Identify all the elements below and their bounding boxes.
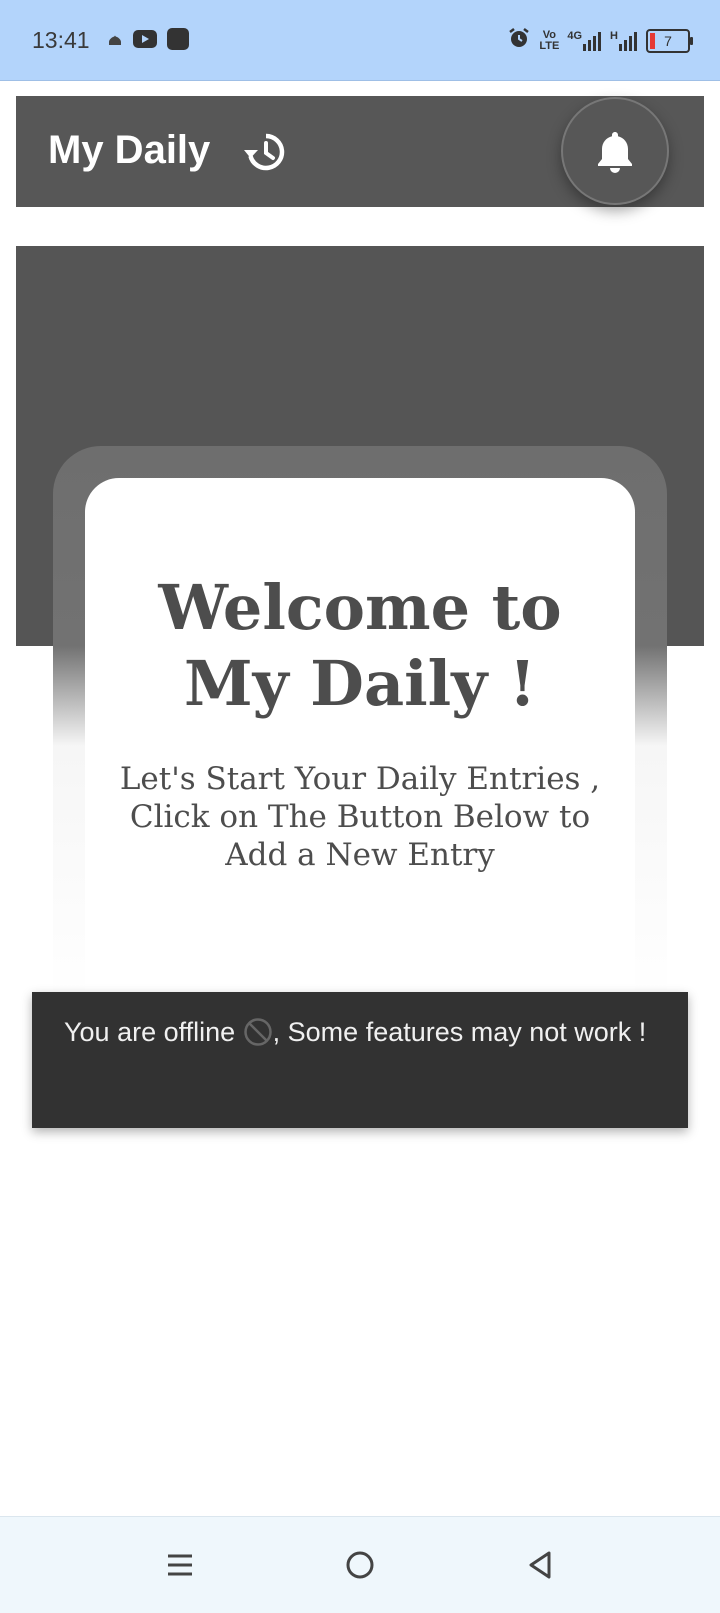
status-right-icons: Vo LTE 4G H 7 [507,26,693,55]
block-icon [243,1017,273,1058]
home-icon [346,1551,374,1579]
alarm-icon [507,26,531,55]
welcome-subtitle: Let's Start Your Daily Entries , Click o… [119,761,601,873]
battery-text: 7 [664,32,672,49]
app-title: My Daily [48,128,211,172]
volte-bottom: LTE [539,39,560,52]
offline-snackbar: You are offline , Some features may not … [32,992,688,1128]
status-bar: 13:41 Vo LTE 4G H 7 [0,0,720,81]
volte-indicator: Vo LTE [539,29,560,52]
mosque-icon [107,31,123,52]
battery-indicator: 7 [646,28,693,53]
recent-apps-button[interactable] [160,1545,200,1585]
back-icon [529,1551,551,1579]
snackbar-text-start: You are offline [64,1017,243,1047]
back-button[interactable] [520,1545,560,1585]
battery-level [650,32,655,49]
network-h-label: H [610,29,618,42]
home-button[interactable] [340,1545,380,1585]
network-4g-label: 4G [567,29,583,42]
notification-bell-button[interactable] [561,97,669,205]
signal-4g: 4G [567,29,602,51]
system-nav-bar [0,1516,720,1613]
status-time: 13:41 [32,27,90,53]
menu-icon [168,1554,192,1576]
history-icon [244,133,285,171]
app-square-icon [167,28,189,55]
snackbar-text-end: , Some features may not work ! [272,1017,647,1047]
bell-icon [598,132,632,173]
welcome-card: Welcome to My Daily ! Let's Start Your D… [85,478,635,998]
signal-h: H [610,29,638,51]
signal-bars-icon [583,31,602,51]
signal-bars-icon [619,31,637,51]
status-left-icons [107,28,189,55]
history-button[interactable] [240,128,288,176]
youtube-icon [133,30,157,53]
welcome-title: Welcome to My Daily ! [158,571,562,720]
